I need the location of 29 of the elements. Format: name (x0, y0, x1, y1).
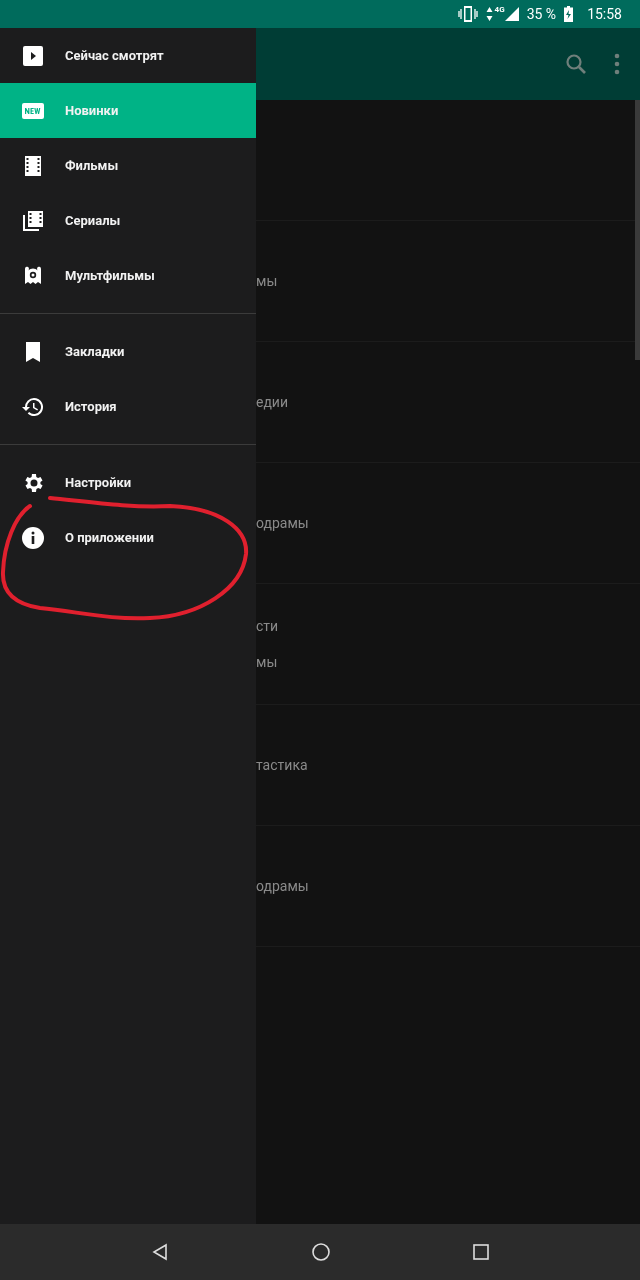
drawer-item[interactable]: Мультфильмы (0, 248, 256, 303)
home-icon[interactable] (311, 1242, 331, 1262)
list-item-text: мы (256, 654, 278, 670)
clock-time: 15:58 (587, 6, 622, 22)
drawer-item[interactable]: Сериалы (0, 193, 256, 248)
search-icon[interactable] (564, 52, 588, 76)
drawer-item[interactable]: Закладки (0, 324, 256, 379)
battery-charging-icon (564, 6, 574, 22)
list-item-text: одрамы (256, 515, 309, 531)
network-type: 4G (494, 5, 505, 14)
recents-icon[interactable] (473, 1244, 489, 1260)
battery-percent: 35 % (526, 6, 557, 22)
drawer-item[interactable]: Настройки (0, 455, 256, 510)
back-icon[interactable] (151, 1243, 169, 1261)
list-item-text: едии (256, 394, 289, 410)
info-icon (21, 525, 45, 550)
list-item-text: мы (256, 273, 278, 289)
data-arrows-icon (485, 6, 493, 22)
list-item-text: тастика (256, 757, 308, 773)
drawer-item[interactable]: История (0, 379, 256, 434)
list-item-text: сти (256, 618, 279, 634)
play-icon (21, 43, 45, 68)
signal-icon (504, 7, 519, 21)
drawer-item[interactable]: О приложении (0, 510, 256, 565)
list-item-text: одрамы (256, 878, 309, 894)
drawer-item[interactable]: Фильмы (0, 138, 256, 193)
vibrate-icon (457, 5, 478, 23)
more-menu-icon[interactable] (614, 53, 620, 75)
film-stack-icon (21, 208, 45, 233)
